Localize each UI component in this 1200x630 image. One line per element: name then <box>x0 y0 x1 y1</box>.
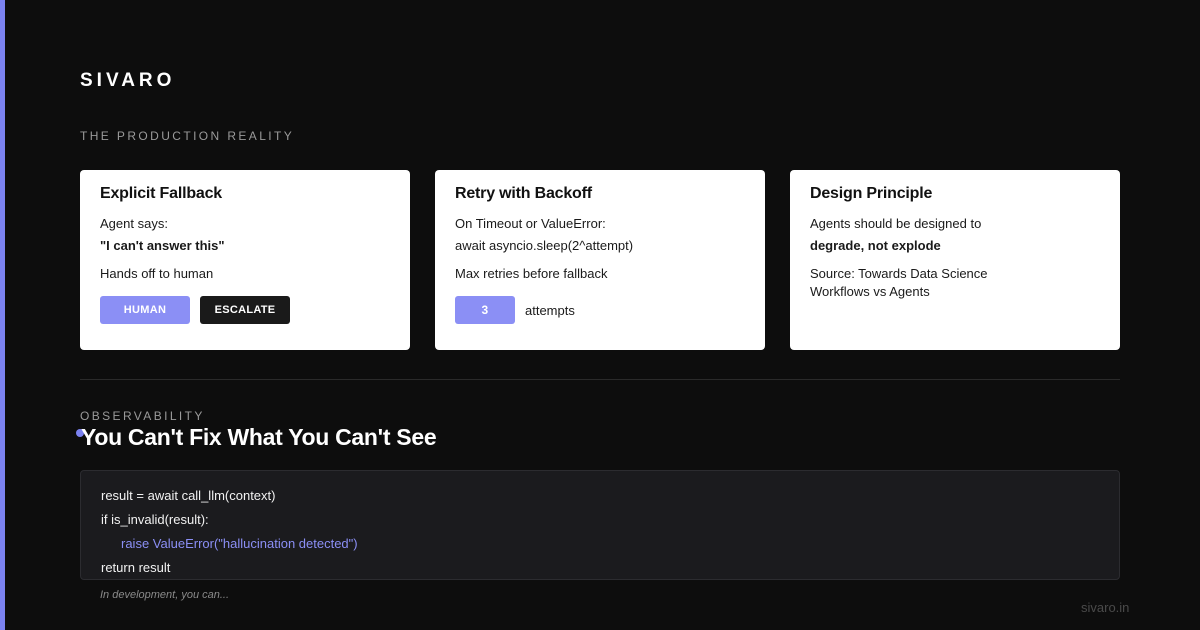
card-title: Explicit Fallback <box>100 185 222 202</box>
card-text: Agents should be designed to <box>810 216 982 231</box>
card-text: Agent says: <box>100 216 168 231</box>
card-code-text: await asyncio.sleep(2^attempt) <box>455 238 634 253</box>
code-line: return result <box>101 560 171 575</box>
caption-note: In development, you can... <box>100 589 230 601</box>
card-text: Max retries before fallback <box>455 266 608 281</box>
card-text: On Timeout or ValueError: <box>455 216 606 231</box>
card-title: Retry with Backoff <box>455 185 592 202</box>
human-button[interactable]: HUMAN <box>100 296 190 324</box>
brand-logo: SIVARO <box>80 70 176 91</box>
card-title: Design Principle <box>810 185 933 202</box>
card-explicit-fallback: Explicit Fallback Agent says: "I can't a… <box>80 170 410 350</box>
fallback-button-row: HUMAN ESCALATE <box>100 296 290 324</box>
card-retry-backoff: Retry with Backoff On Timeout or ValueEr… <box>435 170 765 350</box>
section-label: THE PRODUCTION REALITY <box>80 129 295 143</box>
headline: You Can't Fix What You Can't See <box>81 424 437 450</box>
retry-count-badge: 3 <box>455 296 515 324</box>
card-source: Workflows vs Agents <box>810 284 930 299</box>
code-line: if is_invalid(result): <box>101 512 209 527</box>
footer-url: sivaro.in <box>1081 600 1130 615</box>
observability-label: OBSERVABILITY <box>80 409 205 423</box>
code-line: raise ValueError("hallucination detected… <box>121 536 358 551</box>
code-line: result = await call_llm(context) <box>101 488 276 503</box>
code-block: result = await call_llm(context) if is_i… <box>80 470 1120 580</box>
card-design-principle: Design Principle Agents should be design… <box>790 170 1120 350</box>
card-text: Hands off to human <box>100 266 214 281</box>
attempts-label: attempts <box>525 302 575 318</box>
accent-bar <box>0 0 5 630</box>
card-quote: "I can't answer this" <box>100 238 225 253</box>
card-source: Source: Towards Data Science <box>810 266 988 281</box>
escalate-button[interactable]: ESCALATE <box>200 296 290 324</box>
retry-count-row: 3 attempts <box>455 296 575 324</box>
card-emphasis: degrade, not explode <box>810 238 941 253</box>
section-divider <box>80 379 1120 380</box>
